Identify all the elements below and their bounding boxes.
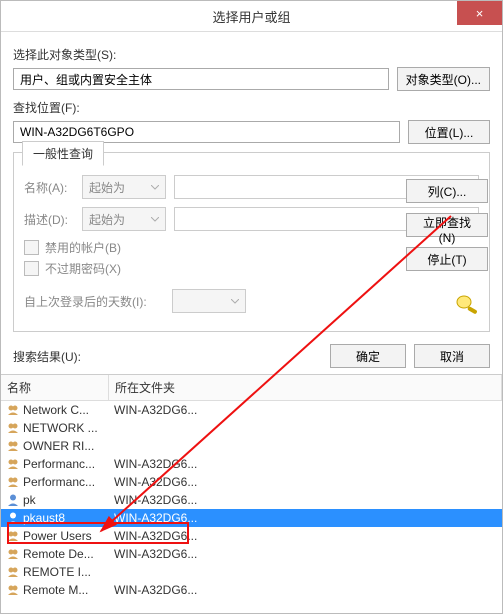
result-row[interactable]: Remote M...WIN-A32DG6... xyxy=(1,581,502,599)
columns-button[interactable]: 列(C)... xyxy=(406,179,488,203)
tab-general-query[interactable]: 一般性查询 xyxy=(22,141,104,166)
result-row[interactable]: REMOTE I... xyxy=(1,563,502,581)
ok-button[interactable]: 确定 xyxy=(330,344,406,368)
result-name: Remote De... xyxy=(23,547,114,561)
object-type-label: 选择此对象类型(S): xyxy=(13,46,490,63)
stop-button[interactable]: 停止(T) xyxy=(406,247,488,271)
result-name: Performanc... xyxy=(23,475,114,489)
result-name: OWNER RI... xyxy=(23,439,114,453)
chevron-down-icon xyxy=(151,185,159,190)
result-row[interactable]: Power UsersWIN-A32DG6... xyxy=(1,527,502,545)
right-button-column: 列(C)... 立即查找(N) 停止(T) xyxy=(406,179,488,271)
chevron-down-icon xyxy=(231,299,239,304)
result-row[interactable]: pkWIN-A32DG6... xyxy=(1,491,502,509)
group-icon xyxy=(5,528,21,544)
group-icon xyxy=(5,582,21,598)
checkbox-icon xyxy=(24,240,39,255)
result-row[interactable]: OWNER RI... xyxy=(1,437,502,455)
result-folder: WIN-A32DG6... xyxy=(114,475,498,489)
result-folder: WIN-A32DG6... xyxy=(114,529,498,543)
dialog-footer: 搜索结果(U): 确定 取消 xyxy=(1,338,502,374)
search-icon xyxy=(454,293,482,318)
result-name: REMOTE I... xyxy=(23,565,114,579)
result-row[interactable]: Performanc...WIN-A32DG6... xyxy=(1,455,502,473)
chevron-down-icon xyxy=(151,217,159,222)
result-row[interactable]: pkaust8WIN-A32DG6... xyxy=(1,509,502,527)
group-icon xyxy=(5,420,21,436)
name-match-combo[interactable]: 起始为 xyxy=(82,175,166,199)
group-icon xyxy=(5,474,21,490)
object-type-button[interactable]: 对象类型(O)... xyxy=(397,67,490,91)
result-row[interactable]: Performanc...WIN-A32DG6... xyxy=(1,473,502,491)
user-icon xyxy=(5,510,21,526)
result-row[interactable]: Network C...WIN-A32DG6... xyxy=(1,401,502,419)
close-button[interactable]: × xyxy=(457,1,502,25)
result-name: Power Users xyxy=(23,529,114,543)
window-title: 选择用户或组 xyxy=(1,7,502,26)
result-name: pkaust8 xyxy=(23,511,114,525)
result-row[interactable]: Remote De...WIN-A32DG6... xyxy=(1,545,502,563)
user-icon xyxy=(5,492,21,508)
close-icon: × xyxy=(476,6,484,21)
result-folder: WIN-A32DG6... xyxy=(114,493,498,507)
desc-match-combo[interactable]: 起始为 xyxy=(82,207,166,231)
days-combo[interactable] xyxy=(172,289,246,313)
column-header-folder[interactable]: 所在文件夹 xyxy=(109,375,502,400)
days-since-login-label: 自上次登录后的天数(I): xyxy=(24,293,164,310)
column-header-name[interactable]: 名称 xyxy=(1,375,109,400)
result-row[interactable]: NETWORK ... xyxy=(1,419,502,437)
title-bar: 选择用户或组 × xyxy=(1,1,502,32)
group-icon xyxy=(5,564,21,580)
group-icon xyxy=(5,456,21,472)
location-label: 查找位置(F): xyxy=(13,99,490,116)
result-folder: WIN-A32DG6... xyxy=(114,511,498,525)
find-now-button[interactable]: 立即查找(N) xyxy=(406,213,488,237)
results-label: 搜索结果(U): xyxy=(13,348,322,365)
results-header: 名称 所在文件夹 xyxy=(1,375,502,401)
result-folder: WIN-A32DG6... xyxy=(114,457,498,471)
result-folder: WIN-A32DG6... xyxy=(114,403,498,417)
dialog-window: 选择用户或组 × 选择此对象类型(S): 对象类型(O)... 查找位置(F):… xyxy=(0,0,503,614)
group-icon xyxy=(5,402,21,418)
result-name: Performanc... xyxy=(23,457,114,471)
result-name: Remote M... xyxy=(23,583,114,597)
location-input[interactable] xyxy=(13,121,400,143)
results-list[interactable]: Network C...WIN-A32DG6...NETWORK ...OWNE… xyxy=(1,401,502,613)
result-name: NETWORK ... xyxy=(23,421,114,435)
location-button[interactable]: 位置(L)... xyxy=(408,120,490,144)
name-label: 名称(A): xyxy=(24,179,74,196)
group-icon xyxy=(5,438,21,454)
result-folder: WIN-A32DG6... xyxy=(114,583,498,597)
cancel-button[interactable]: 取消 xyxy=(414,344,490,368)
object-type-input[interactable] xyxy=(13,68,389,90)
group-icon xyxy=(5,546,21,562)
results-panel: 名称 所在文件夹 Network C...WIN-A32DG6...NETWOR… xyxy=(1,374,502,613)
desc-label: 描述(D): xyxy=(24,211,74,228)
result-name: Network C... xyxy=(23,403,114,417)
checkbox-icon xyxy=(24,261,39,276)
result-folder: WIN-A32DG6... xyxy=(114,547,498,561)
result-name: pk xyxy=(23,493,114,507)
